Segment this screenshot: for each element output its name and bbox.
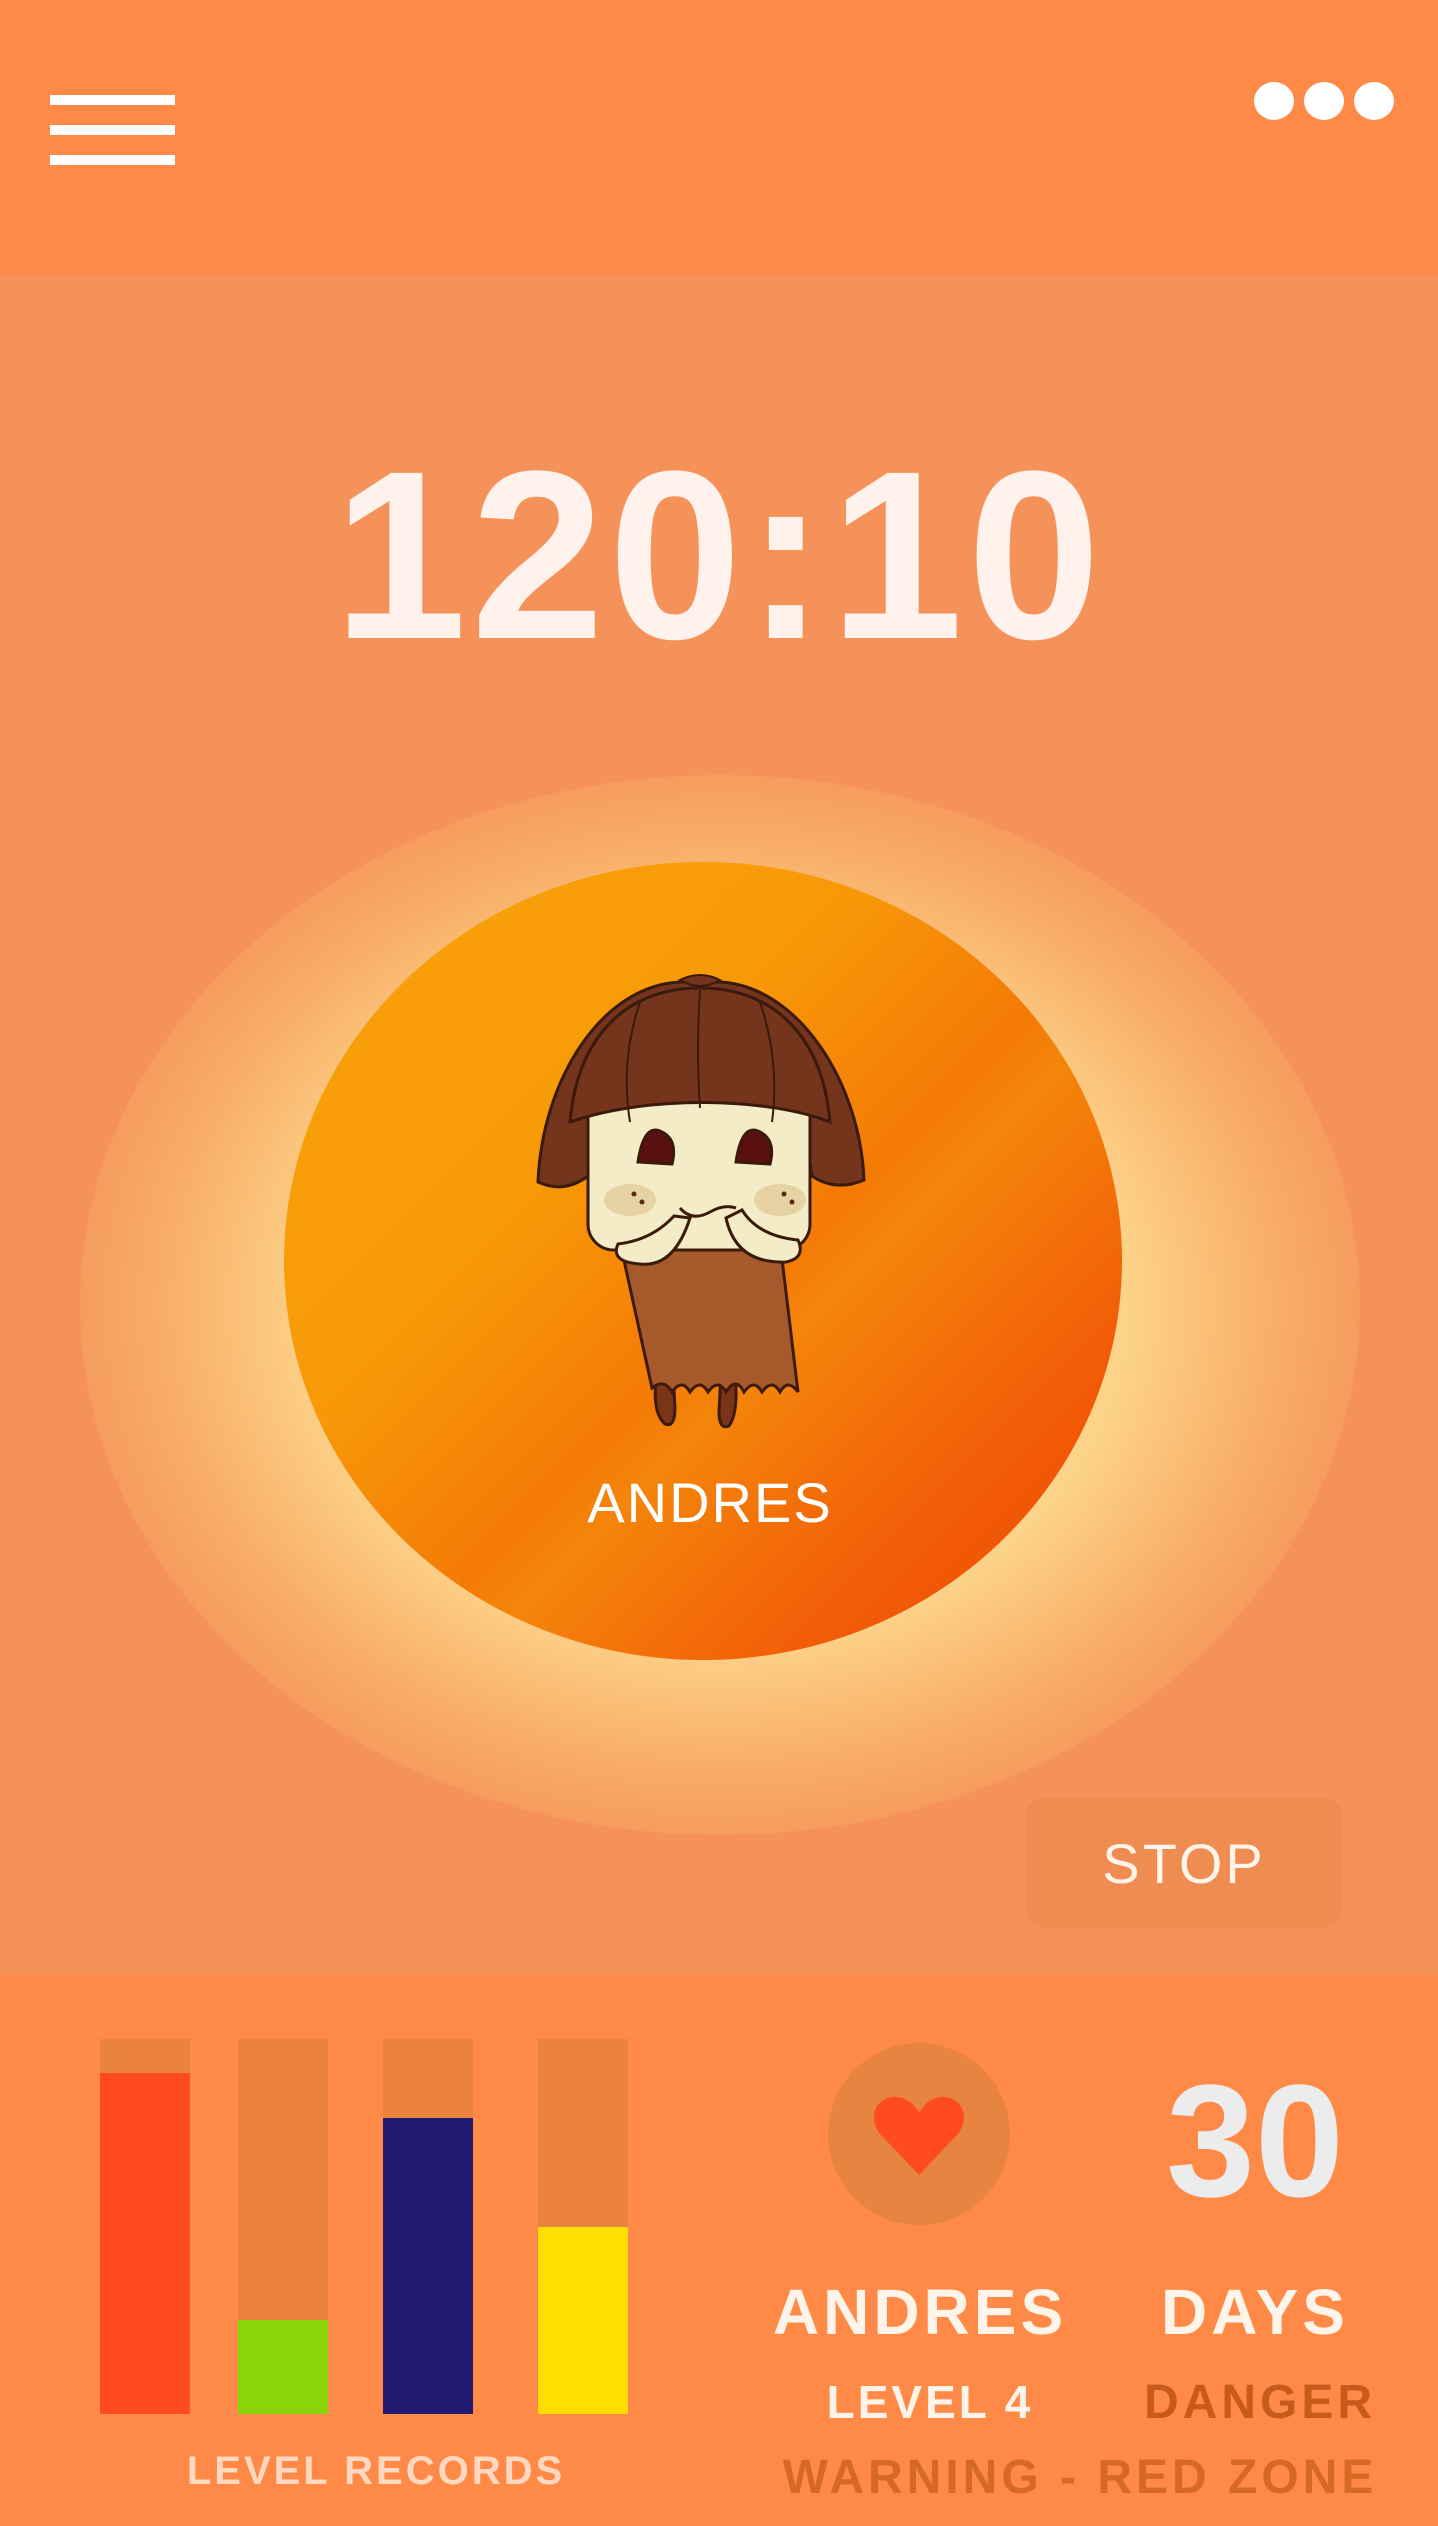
hamburger-menu-icon[interactable] [50,95,175,170]
bar-fill [238,2320,328,2414]
timer-area: 120:10 ANDRES STOP [0,275,1438,1975]
menu-line [50,155,175,165]
dot [1254,82,1294,120]
level-record-bar [383,2039,473,2414]
danger-status: DANGER [1143,2376,1376,2429]
days-count: 30 [1166,2051,1344,2230]
menu-line [50,95,175,105]
bar-fill [383,2117,473,2414]
stats-panel: LEVEL RECORDS 30 ANDRES DAYS LEVEL 4 DAN… [0,1975,1438,2526]
dot [1304,82,1344,120]
bar-fill [538,2226,628,2414]
menu-line [50,125,175,135]
level-label: LEVEL 4 [826,2376,1034,2428]
bar-fill [100,2072,190,2414]
level-record-bar [100,2039,190,2414]
stop-button[interactable]: STOP [1026,1798,1342,1928]
warning-message: WARNING - RED ZONE [782,2451,1378,2504]
more-options-icon[interactable] [1254,82,1396,122]
level-record-bar [238,2039,328,2414]
level-record-bar [538,2039,628,2414]
countdown-timer: 120:10 [333,421,1105,689]
level-records-label: LEVEL RECORDS [186,2449,566,2493]
heart-button[interactable] [828,2043,1010,2225]
stats-player-name: ANDRES [772,2276,1068,2348]
character-avatar [536,974,866,1429]
dot [1354,82,1394,120]
top-bar [0,0,1438,275]
heart-icon [873,2097,965,2175]
player-name: ANDRES [587,1471,833,1534]
days-label: DAYS [1161,2276,1349,2348]
